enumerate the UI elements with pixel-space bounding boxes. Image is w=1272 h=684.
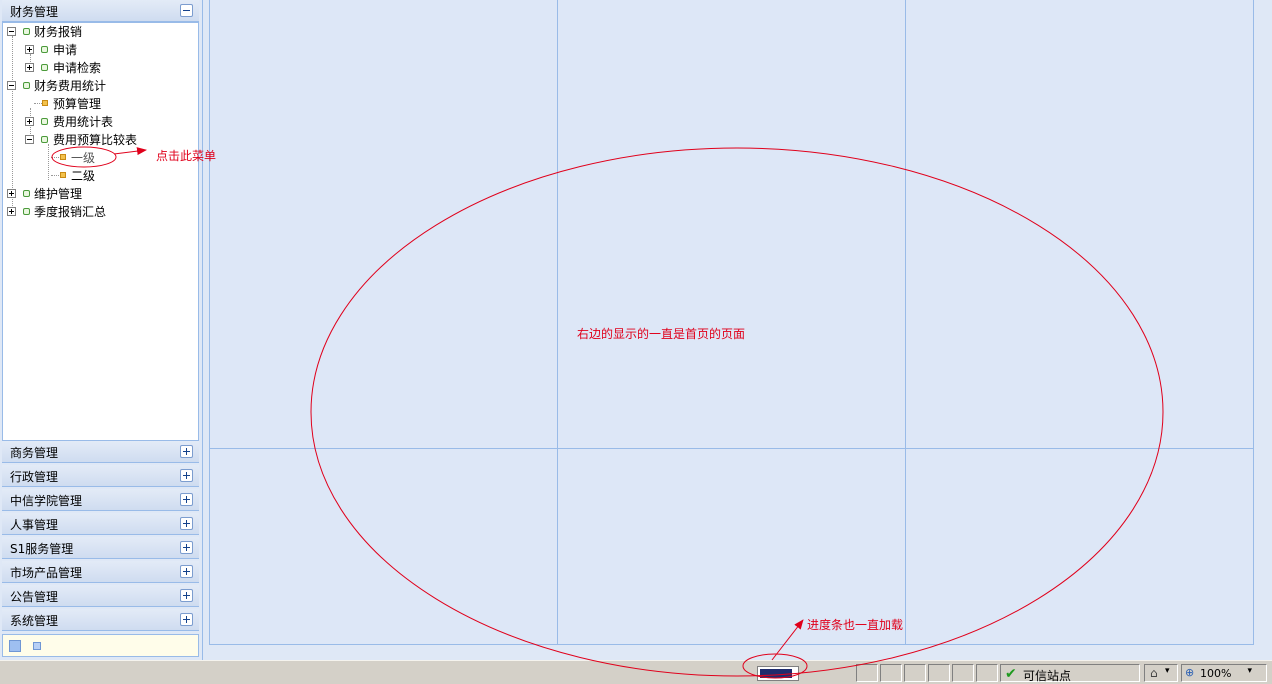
progress-ellipse [742,653,808,679]
annotation-overlay [51,146,1164,679]
annotation-main-note: 右边的显示的一直是首页的页面 [577,327,746,341]
menu-ellipse [51,146,117,168]
big-ellipse [310,147,1164,677]
arrow-line [771,619,804,661]
arrow-line [113,147,147,156]
annotation-click-menu: 点击此菜单 [156,149,217,163]
annotation-progress-note: 进度条也一直加载 [807,618,904,632]
